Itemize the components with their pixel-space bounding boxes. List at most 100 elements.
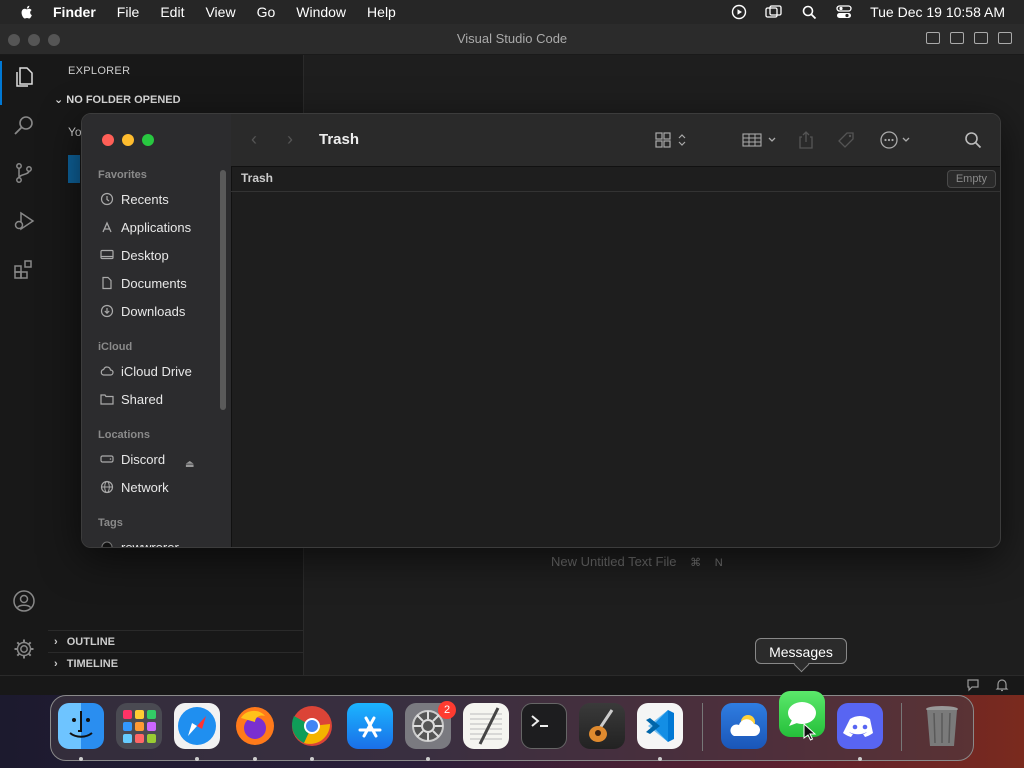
- tags-heading: Tags: [98, 517, 123, 529]
- dock-weather-icon[interactable]: [721, 703, 767, 749]
- sidebar-item-shared[interactable]: Shared: [100, 388, 220, 410]
- dock-vscode-icon[interactable]: [637, 703, 683, 749]
- running-indicator: [253, 757, 257, 761]
- running-indicator: [79, 757, 83, 761]
- icloud-heading: iCloud: [98, 341, 133, 353]
- sidebar-item-downloads[interactable]: Downloads: [100, 300, 220, 322]
- trash-label: Trash: [241, 171, 274, 185]
- menu-help[interactable]: Help: [367, 4, 396, 20]
- sidebar-item-label: Desktop: [121, 247, 169, 263]
- outline-label: OUTLINE: [66, 636, 116, 648]
- drive-icon: [100, 452, 114, 466]
- dock-messages-icon[interactable]: [779, 691, 825, 737]
- spotlight-search-icon[interactable]: [800, 4, 818, 20]
- download-icon: [100, 304, 114, 318]
- dock-safari-icon[interactable]: [174, 703, 220, 749]
- dock-trash-icon[interactable]: [919, 703, 965, 749]
- apple-menu-icon[interactable]: [19, 4, 35, 20]
- dock-terminal-icon[interactable]: [521, 703, 567, 749]
- search-icon[interactable]: [12, 113, 36, 137]
- vscode-zoom-button[interactable]: [48, 34, 60, 46]
- sidebar-item-documents[interactable]: Documents: [100, 272, 220, 294]
- eject-icon[interactable]: ⏏: [185, 459, 194, 470]
- toggle-secondary-sidebar-icon[interactable]: [974, 32, 988, 44]
- toggle-panel-icon[interactable]: [950, 32, 964, 44]
- running-indicator: [658, 757, 662, 761]
- sidebar-item-desktop[interactable]: Desktop: [100, 244, 220, 266]
- back-chevron-icon[interactable]: ‹: [251, 130, 267, 148]
- dock-textedit-icon[interactable]: [463, 703, 509, 749]
- sidebar-item-label: Shared: [121, 391, 163, 407]
- share-icon[interactable]: [797, 130, 815, 150]
- menu-view[interactable]: View: [205, 4, 235, 20]
- dock-separator: [702, 703, 703, 751]
- vscode-titlebar: Visual Studio Code: [0, 24, 1024, 55]
- no-folder-section[interactable]: ⌄ NO FOLDER OPENED: [54, 93, 181, 106]
- feedback-icon[interactable]: [966, 678, 980, 692]
- search-icon[interactable]: [964, 130, 982, 150]
- menu-edit[interactable]: Edit: [160, 4, 184, 20]
- forward-chevron-icon[interactable]: ›: [287, 130, 303, 148]
- vscode-minimize-button[interactable]: [28, 34, 40, 46]
- chevron-right-icon: ›: [54, 636, 58, 648]
- shared-folder-icon: [100, 392, 114, 406]
- sidebar-scrollbar[interactable]: [220, 170, 226, 410]
- sidebar-item-applications[interactable]: Applications: [100, 216, 220, 238]
- sidebar-item-icloud-drive[interactable]: iCloud Drive: [100, 360, 220, 382]
- customize-layout-icon[interactable]: [998, 32, 1012, 44]
- shortcut-key: ⌘: [690, 557, 702, 569]
- vscode-close-button[interactable]: [8, 34, 20, 46]
- sidebar-item-tag[interactable]: rewwrerer: [100, 536, 220, 547]
- zoom-button[interactable]: [142, 134, 154, 146]
- sidebar-item-recents[interactable]: Recents: [100, 188, 220, 210]
- explorer-title: EXPLORER: [68, 65, 131, 77]
- menu-finder[interactable]: Finder: [53, 4, 96, 20]
- run-debug-icon[interactable]: [12, 209, 36, 233]
- finder-content: ‹ › Trash Trash Empty: [231, 114, 1000, 547]
- document-icon: [100, 276, 114, 290]
- vscode-window-title: Visual Studio Code: [456, 31, 568, 46]
- timeline-section[interactable]: › TIMELINE: [48, 652, 303, 674]
- view-mode-grid-icon[interactable]: [654, 130, 690, 150]
- outline-section[interactable]: › OUTLINE: [48, 630, 303, 652]
- vscode-window-controls[interactable]: [8, 34, 68, 46]
- control-center-icon[interactable]: [835, 4, 853, 20]
- extensions-icon[interactable]: [12, 257, 36, 281]
- account-icon[interactable]: [12, 589, 36, 613]
- menu-file[interactable]: File: [117, 4, 140, 20]
- tag-icon[interactable]: [836, 130, 856, 150]
- sidebar-item-network[interactable]: Network: [100, 476, 220, 498]
- menu-window[interactable]: Window: [296, 4, 346, 20]
- empty-trash-button[interactable]: Empty: [946, 170, 996, 188]
- new-file-hint[interactable]: New Untitled Text File ⌘ N: [551, 554, 723, 569]
- more-actions-icon[interactable]: [879, 130, 915, 150]
- dock-app-store-icon[interactable]: [347, 703, 393, 749]
- menu-go[interactable]: Go: [257, 4, 276, 20]
- running-indicator: [426, 757, 430, 761]
- notifications-bell-icon[interactable]: [995, 678, 1009, 692]
- no-folder-label: NO FOLDER OPENED: [66, 94, 181, 106]
- group-by-icon[interactable]: [741, 130, 779, 150]
- minimize-button[interactable]: [122, 134, 134, 146]
- dock-firefox-icon[interactable]: [232, 703, 278, 749]
- sidebar-item-label: iCloud Drive: [121, 363, 192, 379]
- running-indicator: [310, 757, 314, 761]
- dock-chrome-icon[interactable]: [289, 703, 335, 749]
- activity-bar: [0, 55, 49, 675]
- dock-discord-icon[interactable]: [837, 703, 883, 749]
- source-control-icon[interactable]: [12, 161, 36, 185]
- manage-gear-icon[interactable]: [12, 637, 36, 661]
- close-button[interactable]: [102, 134, 114, 146]
- sidebar-item-discord[interactable]: Discord: [100, 448, 220, 470]
- menubar-clock[interactable]: Tue Dec 19 10:58 AM: [870, 4, 1005, 20]
- screen-mirroring-icon[interactable]: [765, 4, 783, 20]
- dock-launchpad-icon[interactable]: [116, 703, 162, 749]
- explorer-files-icon[interactable]: [12, 65, 36, 89]
- dock-garageband-icon[interactable]: [579, 703, 625, 749]
- status-bar: [0, 675, 1024, 696]
- open-folder-button[interactable]: [68, 155, 80, 183]
- dock-finder-icon[interactable]: [58, 703, 104, 749]
- mouse-cursor-icon: [803, 722, 817, 741]
- toggle-primary-sidebar-icon[interactable]: [926, 32, 940, 44]
- screen-record-icon[interactable]: [730, 4, 748, 20]
